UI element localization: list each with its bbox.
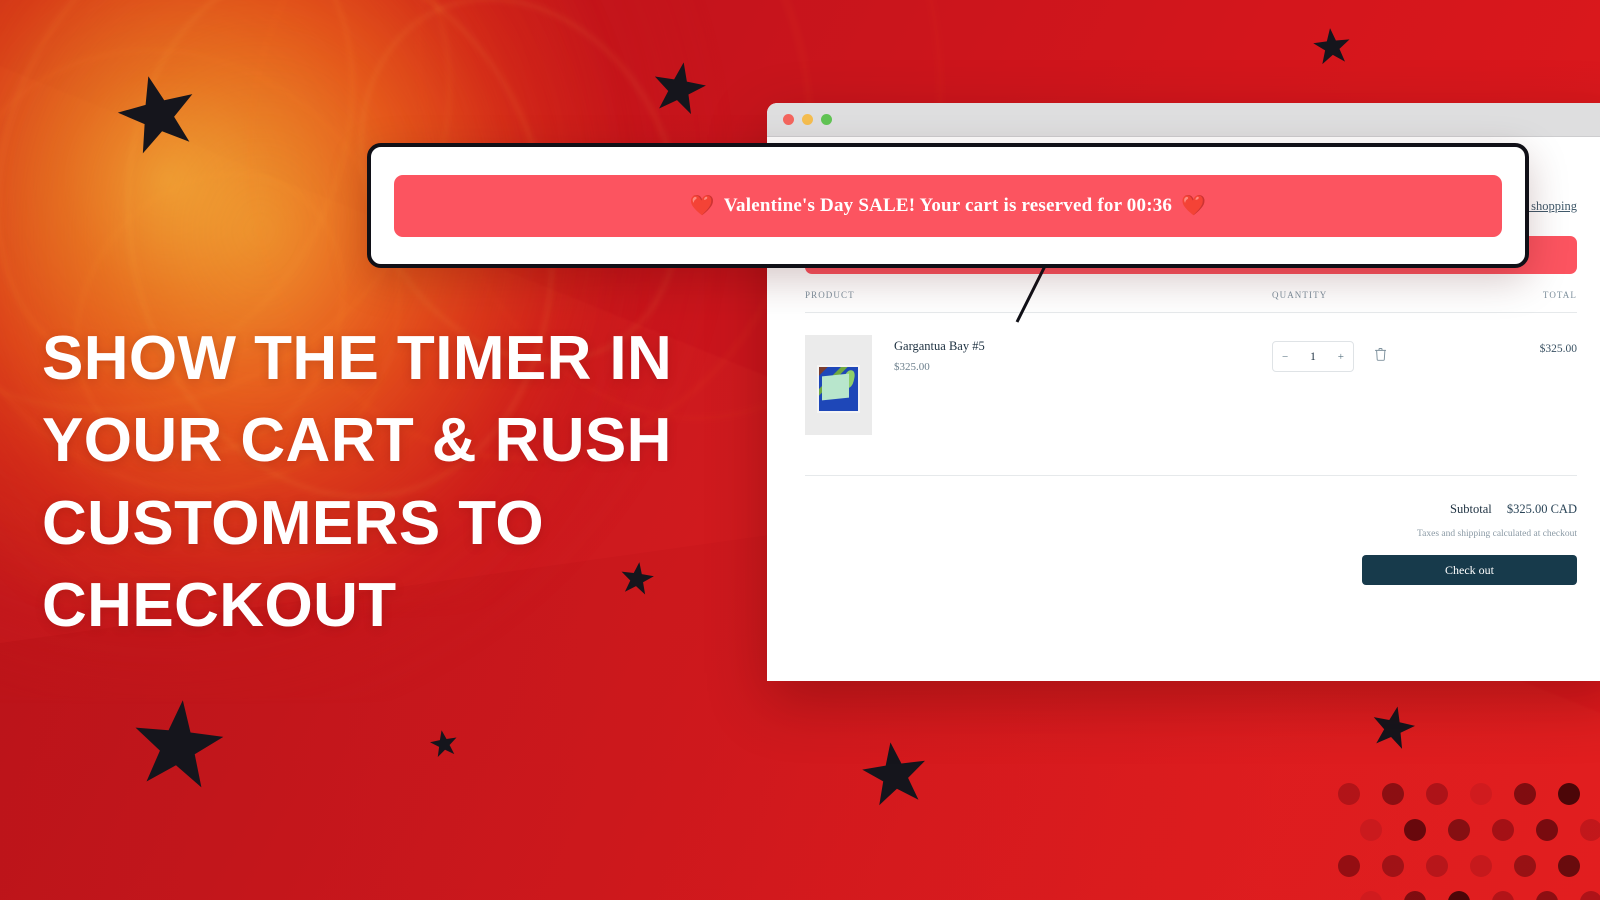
subtotal-row: Subtotal $325.00 CAD xyxy=(805,502,1577,517)
zoom-callout-box: ❤️ Valentine's Day SALE! Your cart is re… xyxy=(367,143,1529,268)
tax-shipping-note: Taxes and shipping calculated at checkou… xyxy=(1417,529,1577,539)
table-row: Gargantua Bay #5 $325.00 − 1 + $325.00 xyxy=(805,313,1577,476)
quantity-decrease-button[interactable]: − xyxy=(1282,351,1288,363)
checkout-button[interactable]: Check out xyxy=(1362,555,1577,585)
maximize-icon[interactable] xyxy=(821,114,832,125)
trash-icon[interactable] xyxy=(1374,347,1387,367)
product-details: Gargantua Bay #5 $325.00 xyxy=(894,335,985,435)
minimize-icon[interactable] xyxy=(802,114,813,125)
heart-icon: ❤️ xyxy=(1181,195,1207,217)
cart-table-header: PRODUCT QUANTITY TOTAL xyxy=(805,290,1577,313)
product-thumbnail[interactable] xyxy=(805,335,872,435)
cart-item-line-total: $325.00 xyxy=(1539,343,1577,355)
cart-item-product-cell: Gargantua Bay #5 $325.00 xyxy=(805,335,1272,435)
close-icon[interactable] xyxy=(783,114,794,125)
promo-banner-canvas: SHOW THE TIMER IN YOUR CART & RUSH CUSTO… xyxy=(0,0,1600,900)
subtotal-value: $325.00 CAD xyxy=(1506,502,1577,516)
product-name[interactable]: Gargantua Bay #5 xyxy=(894,339,985,354)
browser-title-bar xyxy=(767,103,1600,137)
subtotal-label: Subtotal xyxy=(1450,502,1492,516)
column-header-product: PRODUCT xyxy=(805,290,855,300)
callout-timer-banner: ❤️ Valentine's Day SALE! Your cart is re… xyxy=(394,174,1502,237)
column-header-total: TOTAL xyxy=(1542,290,1577,300)
quantity-value[interactable]: 1 xyxy=(1310,351,1316,363)
page-title: SHOW THE TIMER IN YOUR CART & RUSH CUSTO… xyxy=(42,324,673,641)
product-unit-price: $325.00 xyxy=(894,361,930,373)
column-header-quantity: QUANTITY xyxy=(1272,290,1328,300)
quantity-stepper[interactable]: − 1 + xyxy=(1272,341,1354,372)
heart-icon: ❤️ xyxy=(689,195,715,217)
artwork-image xyxy=(817,365,860,413)
callout-timer-banner-text: Valentine's Day SALE! Your cart is reser… xyxy=(723,194,1173,216)
cart-item-quantity-cell: − 1 + xyxy=(1272,335,1487,372)
cart-summary: Subtotal $325.00 CAD Taxes and shipping … xyxy=(805,502,1577,585)
quantity-increase-button[interactable]: + xyxy=(1338,351,1344,363)
